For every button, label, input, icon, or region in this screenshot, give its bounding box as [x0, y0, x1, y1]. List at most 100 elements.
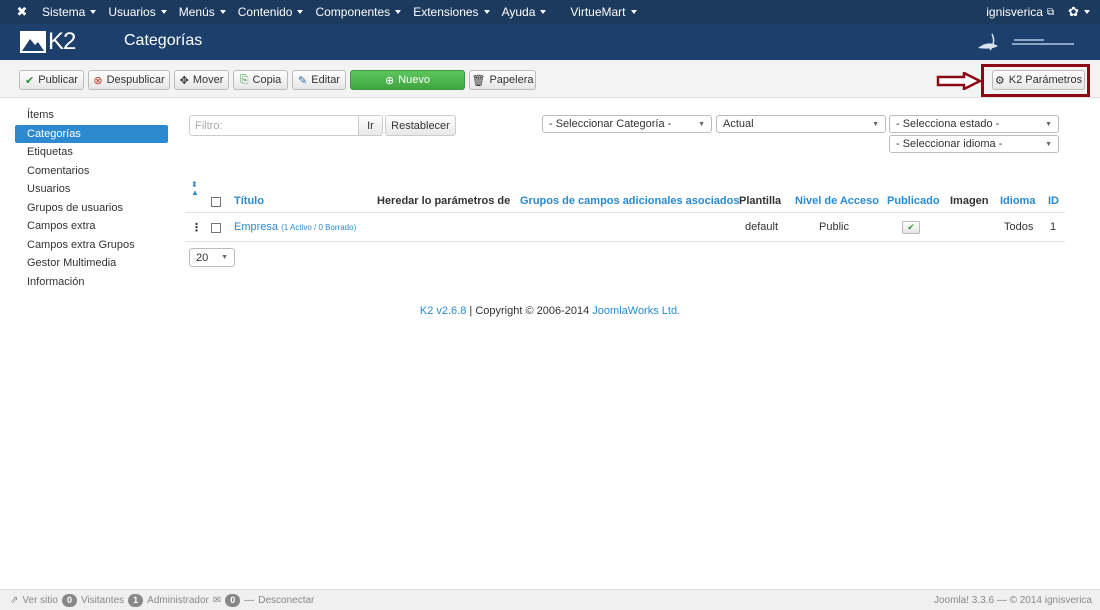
cancel-circle-icon: ⊗: [93, 74, 103, 87]
plus-circle-icon: ⊕: [384, 74, 395, 87]
access-cell: Public: [819, 221, 849, 233]
chevron-down-icon: [160, 10, 167, 14]
drag-handle-icon[interactable]: ⋮: [191, 221, 202, 234]
column-image: Imagen: [950, 195, 989, 207]
chevron-down-icon: [395, 10, 402, 14]
check-icon: ✔: [907, 222, 915, 232]
footer-version: Joomla! 3.3.6 — © 2014 ignisverica: [933, 594, 1092, 606]
copy-icon: ⎘: [239, 73, 249, 86]
sidebar: Ítems Categorías Etiquetas Comentarios U…: [15, 106, 168, 291]
column-language[interactable]: Idioma: [1000, 195, 1035, 207]
user-site-link[interactable]: ignisverica ⧉: [986, 5, 1054, 19]
toolbar: ✔ Publicar ⊗ Despublicar ✥ Mover ⎘ Copia ✎ Ed…: [0, 60, 1100, 98]
column-id[interactable]: ID: [1048, 195, 1059, 207]
sidebar-item-information[interactable]: Información: [15, 273, 168, 292]
sidebar-item-user-groups[interactable]: Grupos de usuarios: [15, 199, 168, 218]
state-select[interactable]: Actual ▼: [716, 115, 886, 133]
menu-usuarios[interactable]: Usuarios: [102, 5, 172, 19]
copyright: K2 v2.6.8 | Copyright © 2006-2014 Joomla…: [419, 305, 681, 317]
visitors-badge: 0: [61, 593, 77, 607]
mountain-icon: [20, 31, 46, 53]
k2-logo: K2: [20, 30, 84, 54]
sidebar-item-categories[interactable]: Categorías: [15, 124, 168, 143]
admin-label: Administrador: [147, 594, 209, 606]
external-link-icon: ⇗: [10, 594, 19, 606]
admin-badge: 1: [128, 593, 144, 607]
new-button[interactable]: ⊕ Nuevo: [350, 70, 465, 90]
column-access[interactable]: Nivel de Acceso: [795, 195, 879, 207]
column-extra-groups[interactable]: Grupos de campos adicionales asociados: [520, 195, 739, 207]
category-title-cell: Empresa (1 Activo / 0 Borrado): [234, 221, 356, 233]
go-button[interactable]: Ir: [358, 115, 383, 136]
annotation-highlight-box: [981, 64, 1090, 97]
header-divider: [185, 212, 1065, 213]
chevron-down-icon: [90, 10, 97, 14]
chevron-down-icon: [219, 10, 226, 14]
menu-componentes[interactable]: Componentes: [309, 5, 407, 19]
visitors-label: Visitantes: [80, 594, 125, 606]
category-select[interactable]: - Seleccionar Categoría - ▼: [542, 115, 712, 133]
edit-button[interactable]: ✎ Editar: [292, 70, 346, 90]
row-checkbox[interactable]: [211, 223, 221, 233]
site-logo: [978, 33, 1074, 51]
sidebar-item-items[interactable]: Ítems: [15, 106, 168, 125]
joomlaworks-link[interactable]: JoomlaWorks Ltd.: [592, 305, 680, 317]
sidebar-item-tags[interactable]: Etiquetas: [15, 143, 168, 162]
language-select[interactable]: - Seleccionar idioma - ▼: [889, 135, 1059, 153]
menu-sistema[interactable]: Sistema: [36, 5, 102, 19]
page-title: Categorías: [124, 32, 203, 49]
view-site-link[interactable]: Ver sitio: [22, 595, 58, 606]
list-limit-select[interactable]: 20 ▼: [189, 248, 235, 267]
menu-virtuemart[interactable]: VirtueMart: [564, 5, 642, 19]
sidebar-item-users[interactable]: Usuarios: [15, 180, 168, 199]
gear-icon: ✿: [1068, 4, 1079, 19]
column-inherit: Heredar lo parámetros de: [377, 195, 511, 207]
sidebar-item-media-manager[interactable]: Gestor Multimedia: [15, 254, 168, 273]
reset-button[interactable]: Restablecer: [385, 115, 456, 136]
chevron-down-icon: ▼: [872, 120, 879, 128]
unpublish-button[interactable]: ⊗ Despublicar: [88, 70, 170, 90]
page-header: K2 Categorías: [0, 24, 1100, 60]
chevron-down-icon: [540, 10, 547, 14]
settings-menu[interactable]: ✿: [1068, 4, 1090, 20]
chevron-down-icon: ▼: [1045, 120, 1052, 128]
status-select[interactable]: - Selecciona estado - ▼: [889, 115, 1059, 133]
edit-icon: ✎: [298, 74, 308, 87]
sort-order-icon[interactable]: ⬍ ▲: [191, 181, 199, 197]
chevron-down-icon: [630, 10, 637, 14]
chevron-down-icon: ▼: [221, 254, 228, 261]
publish-button[interactable]: ✔ Publicar: [19, 70, 84, 90]
sidebar-item-extra-fields[interactable]: Campos extra: [15, 217, 168, 236]
chevron-down-icon: [483, 10, 490, 14]
annotation-arrow: [936, 72, 982, 90]
external-link-icon: ⧉: [1046, 6, 1055, 18]
k2-version-link[interactable]: K2 v2.6.8: [420, 305, 466, 317]
template-cell: default: [745, 221, 779, 233]
messages-badge: 0: [225, 593, 241, 607]
published-toggle[interactable]: ✔: [902, 221, 920, 234]
column-title[interactable]: Título: [234, 195, 264, 207]
column-published[interactable]: Publicado: [887, 195, 940, 207]
menu-contenido[interactable]: Contenido: [232, 5, 310, 19]
sidebar-item-comments[interactable]: Comentarios: [15, 162, 168, 181]
search-input[interactable]: Filtro:: [189, 115, 359, 136]
select-all-checkbox[interactable]: [211, 197, 221, 207]
chevron-down-icon: ▼: [698, 120, 705, 128]
logout-link[interactable]: Desconectar: [258, 595, 314, 606]
category-title-link[interactable]: Empresa: [234, 221, 278, 233]
menu-menus[interactable]: Menús: [173, 5, 232, 19]
column-template: Plantilla: [739, 195, 782, 207]
trash-button[interactable]: 🗑 Papelera: [469, 70, 536, 90]
move-icon: ✥: [179, 74, 189, 87]
chevron-down-icon: ▼: [1045, 140, 1052, 148]
move-button[interactable]: ✥ Mover: [174, 70, 229, 90]
copy-button[interactable]: ⎘ Copia: [233, 70, 288, 90]
menu-ayuda[interactable]: Ayuda: [496, 5, 553, 19]
chevron-down-icon: [297, 10, 304, 14]
joomla-logo-icon[interactable]: ✖: [8, 0, 36, 24]
sidebar-item-extra-field-groups[interactable]: Campos extra Grupos: [15, 236, 168, 255]
menu-extensiones[interactable]: Extensiones: [407, 5, 495, 19]
envelope-icon[interactable]: ✉: [213, 595, 221, 606]
status-footer: ⇗ Ver sitio 0 Visitantes 1 Administrador…: [0, 589, 1100, 610]
language-cell: Todos: [1004, 221, 1034, 233]
